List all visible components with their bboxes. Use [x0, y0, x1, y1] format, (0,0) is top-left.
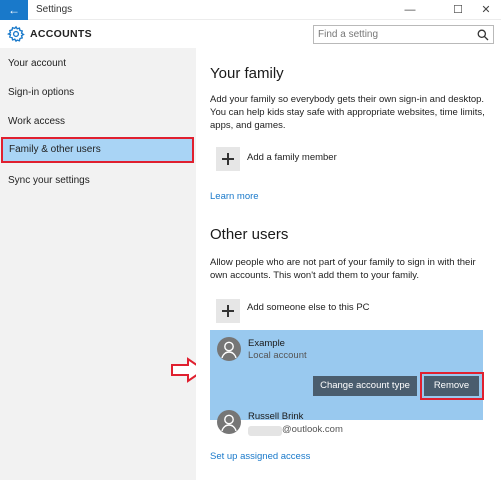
sidebar-item-work-access[interactable]: Work access [0, 109, 196, 135]
main-content: Your family Add your family so everybody… [196, 48, 501, 480]
add-family-member-button[interactable]: Add a family member [247, 152, 337, 163]
user-email: @outlook.com [282, 424, 343, 435]
sidebar-item-sync-settings[interactable]: Sync your settings [0, 168, 196, 194]
minimize-button[interactable]: — [396, 0, 424, 20]
title-bar: ← Settings — ☐ ✕ [0, 0, 501, 20]
user-name: Example [248, 338, 285, 349]
family-heading: Your family [210, 65, 284, 82]
family-description: Add your family so everybody gets their … [210, 94, 485, 131]
window-title: Settings [36, 4, 73, 15]
sidebar: Your account Sign-in options Work access… [0, 48, 196, 480]
remove-button[interactable]: Remove [424, 376, 479, 396]
page-title: ACCOUNTS [30, 28, 92, 40]
sidebar-item-sign-in-options[interactable]: Sign-in options [0, 80, 196, 106]
search-box[interactable] [313, 25, 494, 44]
sidebar-item-family-other-users[interactable]: Family & other users [1, 137, 194, 163]
redacted-email [248, 426, 282, 436]
assigned-access-link[interactable]: Set up assigned access [210, 451, 310, 462]
gear-icon [7, 25, 25, 43]
sidebar-item-your-account[interactable]: Your account [0, 51, 196, 77]
user-avatar-icon [217, 410, 241, 434]
back-button[interactable]: ← [0, 0, 28, 20]
maximize-button[interactable]: ☐ [444, 0, 472, 20]
other-users-heading: Other users [210, 226, 289, 243]
add-family-member-icon[interactable] [216, 147, 240, 171]
user-name: Russell Brink [248, 411, 304, 422]
user-avatar-icon [217, 337, 241, 361]
change-account-type-button[interactable]: Change account type [313, 376, 417, 396]
user-account-type: Local account [248, 350, 307, 361]
learn-more-link[interactable]: Learn more [210, 191, 259, 202]
add-someone-icon[interactable] [216, 299, 240, 323]
close-button[interactable]: ✕ [472, 0, 500, 20]
search-input[interactable] [318, 28, 468, 41]
other-users-description: Allow people who are not part of your fa… [210, 257, 476, 281]
add-someone-button[interactable]: Add someone else to this PC [247, 302, 370, 313]
search-icon[interactable] [477, 29, 489, 41]
